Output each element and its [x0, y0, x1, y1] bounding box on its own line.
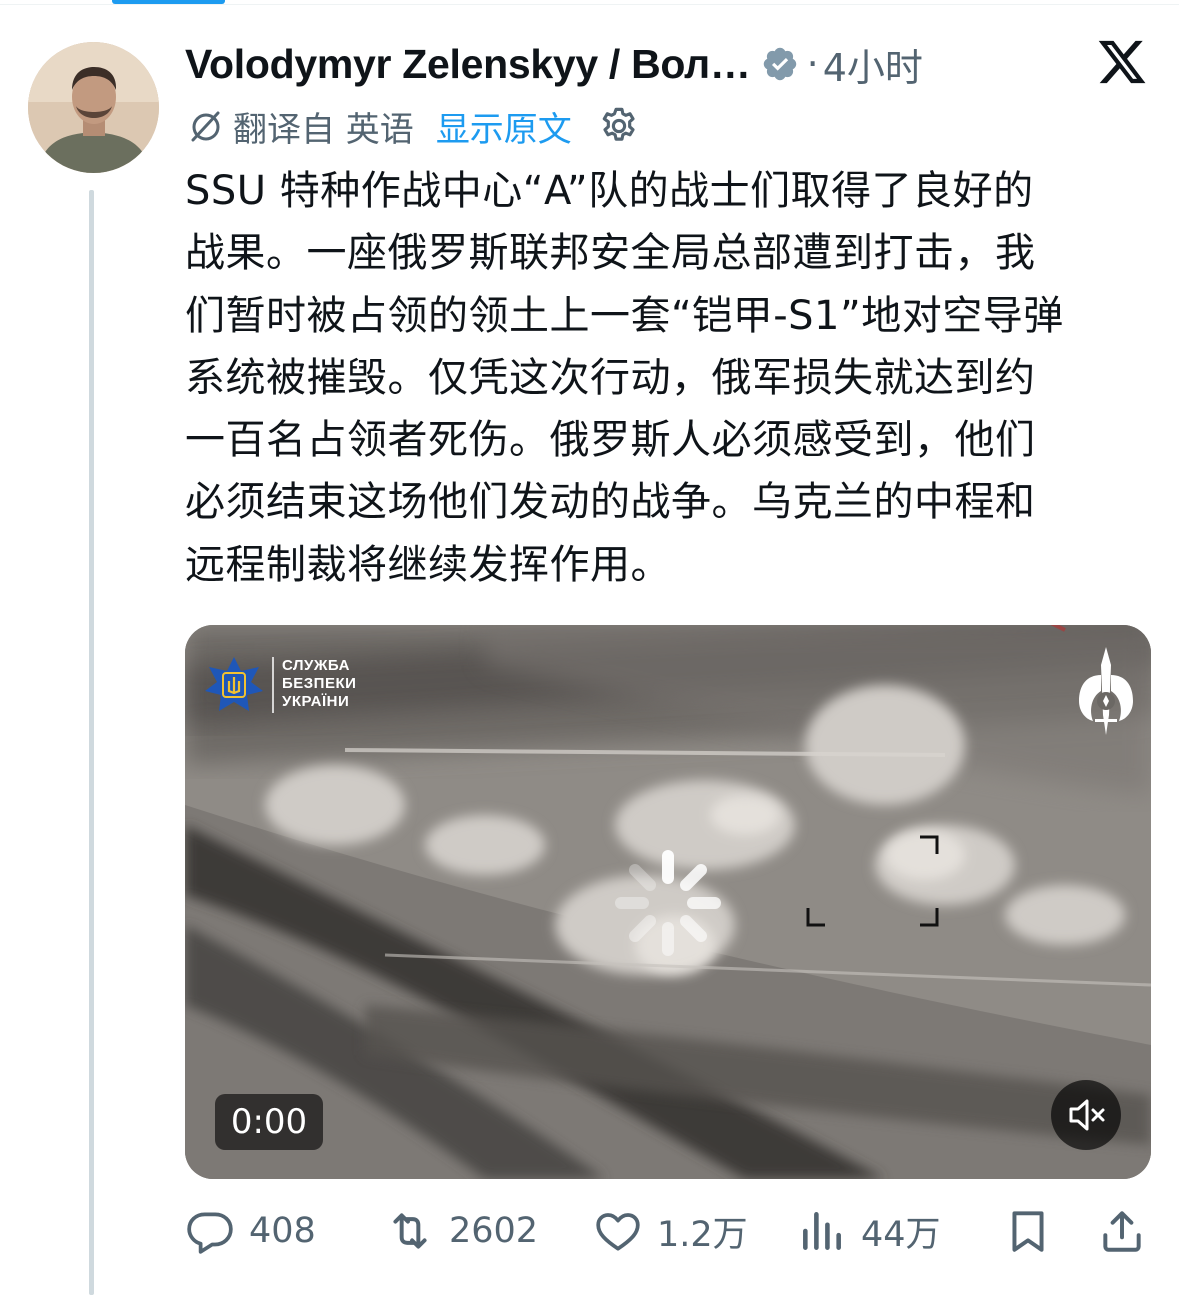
ssu-logo-line: БЕЗПЕКИ	[282, 675, 357, 692]
translation-bar: 翻译自 英语 显示原文	[185, 102, 640, 150]
translated-from-label: 翻译自 英语	[233, 109, 414, 150]
mute-icon	[1069, 1099, 1105, 1131]
action-bar: 408 2602 1.2万 44万	[185, 1198, 1150, 1264]
loading-spinner-icon	[615, 850, 721, 956]
author-name[interactable]: Volodymyr Zelenskyy / Вол…	[185, 41, 751, 88]
show-original-link[interactable]: 显示原文	[436, 102, 572, 151]
like-icon	[596, 1213, 640, 1251]
like-button[interactable]: 1.2万	[593, 1198, 748, 1264]
video-timestamp: 0:00	[215, 1094, 323, 1150]
post-time[interactable]: 4小时	[823, 37, 923, 92]
ssu-logo-divider	[272, 657, 274, 713]
tweet-text: SSU 特种作战中心“A”队的战士们取得了良好的 战果。一座俄罗斯联邦安全局总部…	[185, 168, 1064, 588]
tweet-header: Volodymyr Zelenskyy / Вол… · 4小时	[185, 36, 923, 92]
avatar[interactable]	[28, 42, 159, 173]
top-divider	[0, 4, 1179, 5]
like-count: 1.2万	[657, 1214, 748, 1255]
reply-icon	[187, 1212, 233, 1254]
repost-count: 2602	[449, 1211, 539, 1251]
translate-icon	[191, 111, 220, 142]
share-button[interactable]	[1097, 1198, 1147, 1264]
views-button[interactable]: 44万	[797, 1198, 941, 1264]
bookmark-icon	[1012, 1211, 1044, 1252]
ssu-logo-line: СЛУЖБА	[282, 657, 350, 674]
ssu-logo-text: СЛУЖБА БЕЗПЕКИ УКРАЇНИ	[282, 657, 356, 711]
verified-icon	[763, 47, 796, 81]
bookmark-button[interactable]	[1003, 1198, 1053, 1264]
view-count: 44万	[861, 1214, 941, 1255]
alpha-unit-emblem-icon	[1079, 647, 1133, 735]
x-logo-icon	[1098, 40, 1146, 84]
thread-line	[89, 190, 94, 1295]
video-player[interactable]: СЛУЖБА БЕЗПЕКИ УКРАЇНИ 0:00	[185, 625, 1151, 1179]
repost-icon	[393, 1213, 427, 1249]
separator-dot: ·	[806, 42, 819, 86]
mute-button[interactable]	[1051, 1080, 1121, 1150]
repost-button[interactable]: 2602	[385, 1198, 538, 1264]
reply-count: 408	[249, 1211, 316, 1251]
share-icon	[1103, 1211, 1141, 1252]
ssu-logo-line: УКРАЇНИ	[282, 693, 350, 710]
ssu-emblem-icon	[205, 657, 263, 711]
reply-button[interactable]: 408	[185, 1198, 316, 1264]
gear-icon[interactable]	[598, 105, 640, 147]
views-icon	[803, 1212, 841, 1250]
